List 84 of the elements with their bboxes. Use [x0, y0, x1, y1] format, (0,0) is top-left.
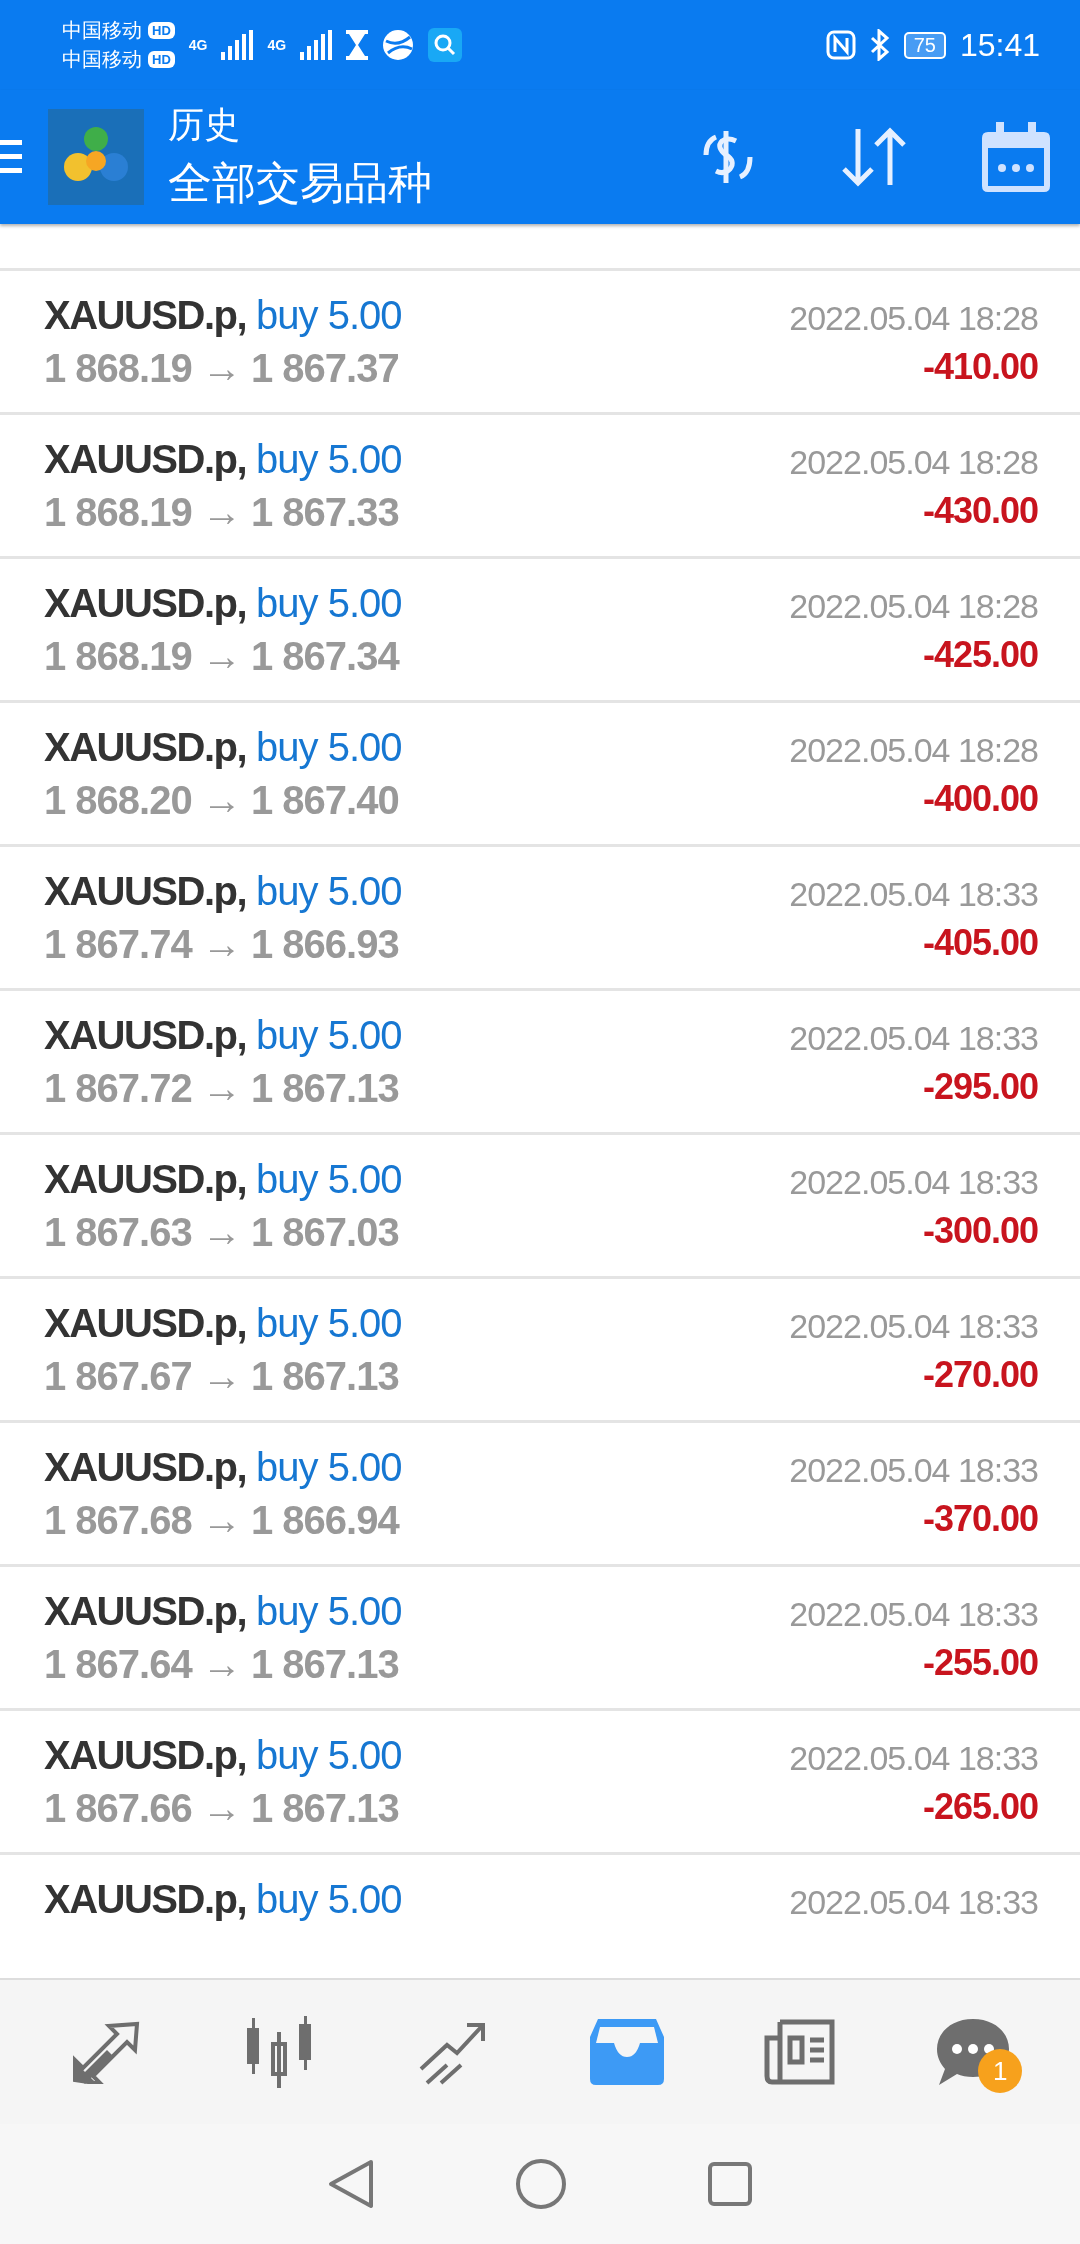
trade-direction-volume: buy 5.00 — [256, 1445, 402, 1490]
price-range: 1 867.66 → 1 867.13 — [44, 1786, 399, 1831]
trade-direction-volume: buy 5.00 — [256, 1301, 402, 1346]
symbol-name: XAUUSD.p, — [44, 1445, 247, 1490]
symbol-name: XAUUSD.p, — [44, 725, 247, 770]
symbol-name: XAUUSD.p, — [44, 1877, 247, 1922]
deal-time: 2022.05.04 18:33 — [789, 1739, 1038, 1778]
profit-value: -270.00 — [922, 1354, 1038, 1396]
profit-value: -300.00 — [922, 1210, 1038, 1252]
screen-title: 历史 — [168, 103, 241, 147]
signal-icon — [300, 30, 333, 60]
unread-badge: 1 — [978, 2049, 1023, 2093]
trade-direction-volume: buy 5.00 — [256, 1013, 402, 1058]
inbox-icon — [589, 2019, 664, 2085]
newspaper-icon — [763, 2018, 836, 2086]
deal-time: 2022.05.04 18:33 — [789, 875, 1038, 914]
price-range: 1 867.74 → 1 866.93 — [44, 922, 399, 967]
trade-direction-volume: buy 5.00 — [256, 869, 402, 914]
trade-direction-volume: buy 5.00 — [256, 1733, 402, 1778]
deal-time: 2022.05.04 18:28 — [789, 443, 1038, 482]
symbol-name: XAUUSD.p, — [44, 293, 247, 338]
battery-level: 75 — [903, 31, 946, 59]
profit-value: -295.00 — [922, 1066, 1038, 1108]
app-logo-icon — [48, 109, 144, 205]
symbol-name: XAUUSD.p, — [44, 1013, 247, 1058]
hd-badge: HD — [148, 22, 175, 39]
price-range: 1 867.68 → 1 866.94 — [44, 1498, 399, 1543]
carrier-name: 中国移动 — [62, 17, 142, 44]
trade-direction-volume: buy 5.00 — [256, 1877, 402, 1922]
profit-value: -265.00 — [922, 1786, 1038, 1828]
clock-time: 15:41 — [959, 26, 1040, 64]
trade-direction-volume: buy 5.00 — [256, 581, 402, 626]
symbol-name: XAUUSD.p, — [44, 437, 247, 482]
deal-time: 2022.05.04 18:28 — [789, 731, 1038, 770]
network-label: 4G — [267, 37, 287, 53]
profit-value: -410.00 — [922, 346, 1038, 388]
trade-direction-volume: buy 5.00 — [256, 725, 402, 770]
back-icon[interactable] — [327, 2158, 375, 2210]
hourglass-icon — [346, 30, 369, 60]
carrier-name: 中国移动 — [62, 46, 142, 73]
deal-time: 2022.05.04 18:28 — [789, 299, 1038, 338]
deal-time: 2022.05.04 18:28 — [789, 587, 1038, 626]
profit-value: -370.00 — [922, 1498, 1038, 1540]
home-icon[interactable] — [515, 2158, 567, 2210]
menu-icon[interactable] — [0, 140, 22, 174]
nfc-icon — [825, 30, 856, 60]
trade-direction-volume: buy 5.00 — [256, 437, 402, 482]
price-range: 1 867.72 → 1 867.13 — [44, 1066, 399, 1111]
price-range: 1 868.20 → 1 867.40 — [44, 778, 399, 823]
price-range: 1 868.19 → 1 867.33 — [44, 490, 399, 535]
recents-icon[interactable] — [707, 2161, 753, 2207]
deal-time: 2022.05.04 18:33 — [789, 1451, 1038, 1490]
price-range: 1 868.19 → 1 867.37 — [44, 346, 399, 391]
symbol-filter[interactable]: 全部交易品种 — [168, 154, 432, 213]
search-icon — [428, 28, 463, 62]
profit-value: -405.00 — [922, 922, 1038, 964]
trade-direction-volume: buy 5.00 — [256, 293, 402, 338]
price-range: 1 867.64 → 1 867.13 — [44, 1642, 399, 1687]
deal-time: 2022.05.04 18:33 — [789, 1307, 1038, 1346]
calendar-icon[interactable] — [982, 122, 1050, 192]
price-range: 1 868.19 → 1 867.34 — [44, 634, 399, 679]
symbol-name: XAUUSD.p, — [44, 1733, 247, 1778]
trade-direction-volume: buy 5.00 — [256, 1157, 402, 1202]
deal-time: 2022.05.04 18:33 — [789, 1595, 1038, 1634]
symbol-name: XAUUSD.p, — [44, 1301, 247, 1346]
trade-direction-volume: buy 5.00 — [256, 1589, 402, 1634]
profit-value: -255.00 — [922, 1642, 1038, 1684]
profit-value: -425.00 — [922, 634, 1038, 676]
bluetooth-icon — [869, 29, 890, 61]
profit-value: -400.00 — [922, 778, 1038, 820]
globe-icon — [382, 29, 415, 61]
price-range: 1 867.63 → 1 867.03 — [44, 1210, 399, 1255]
price-range: 1 867.67 → 1 867.13 — [44, 1354, 399, 1399]
symbol-name: XAUUSD.p, — [44, 581, 247, 626]
symbol-name: XAUUSD.p, — [44, 869, 247, 914]
network-label: 4G — [188, 37, 208, 53]
symbol-name: XAUUSD.p, — [44, 1157, 247, 1202]
deal-time: 2022.05.04 18:33 — [789, 1883, 1038, 1922]
deal-time: 2022.05.04 18:33 — [789, 1163, 1038, 1202]
hd-badge: HD — [148, 51, 175, 68]
deal-time: 2022.05.04 18:33 — [789, 1019, 1038, 1058]
symbol-name: XAUUSD.p, — [44, 1589, 247, 1634]
signal-icon — [221, 30, 254, 60]
profit-value: -430.00 — [922, 490, 1038, 532]
